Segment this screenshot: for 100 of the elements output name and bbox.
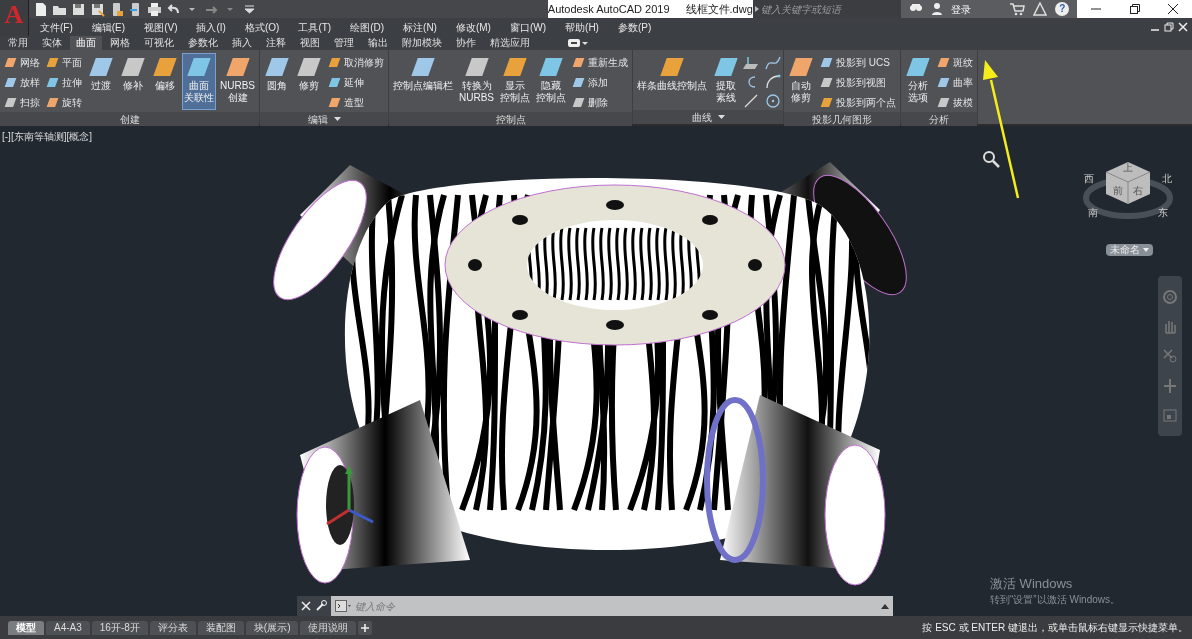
save-as-icon[interactable] xyxy=(89,1,105,17)
ribbon-tool-button[interactable]: 提取 素线 xyxy=(711,53,742,110)
ribbon-tool-button[interactable]: 投影到视图 xyxy=(818,73,899,92)
ribbon-tool-button[interactable]: 添加 xyxy=(570,73,631,92)
caret-icon[interactable] xyxy=(582,39,588,47)
cart-icon[interactable] xyxy=(1009,2,1026,16)
ribbon-tab[interactable]: 实体 xyxy=(36,36,68,50)
layout-tab[interactable]: 评分表 xyxy=(149,620,196,635)
caret-icon[interactable] xyxy=(333,116,341,122)
ribbon-tool-button[interactable]: 斑纹 xyxy=(935,53,976,72)
ribbon-tool-button[interactable]: 取消修剪 xyxy=(326,53,386,72)
command-field[interactable]: 键入命令 xyxy=(355,598,877,614)
layout-tab[interactable]: 块(展示) xyxy=(245,620,299,635)
ribbon-tool-button[interactable]: 平面 xyxy=(44,53,84,72)
ribbon-tab[interactable]: 网格 xyxy=(104,36,136,50)
cube-face-label[interactable]: 右 xyxy=(1133,186,1143,196)
ribbon-tool-button[interactable]: 造型 xyxy=(326,93,386,112)
ribbon-tab[interactable]: 附加模块 xyxy=(396,36,448,50)
ribbon-tab[interactable]: 注释 xyxy=(260,36,292,50)
menu-item[interactable]: 格式(O) xyxy=(244,19,280,35)
ribbon-tool-button[interactable]: 隐藏 控制点 xyxy=(534,53,569,110)
menu-item[interactable]: 绘图(D) xyxy=(350,19,385,35)
ribbon-tool-button[interactable]: 圆角 xyxy=(262,53,292,110)
wrench-icon[interactable] xyxy=(315,600,327,612)
panel-title-bar[interactable]: 曲线 xyxy=(633,110,784,124)
ribbon-tool-button[interactable]: 修补 xyxy=(118,53,148,110)
ribbon-tool-button[interactable]: 放样 xyxy=(2,73,42,92)
layout-tab[interactable]: A4-A3 xyxy=(46,620,90,635)
restore-icon[interactable] xyxy=(1164,22,1174,32)
command-line-field[interactable]: 键入命令 xyxy=(331,596,893,616)
compass-label[interactable]: 西 xyxy=(1084,174,1094,184)
layout-tab[interactable]: 装配图 xyxy=(197,620,244,635)
arc-icon[interactable] xyxy=(765,74,782,90)
ribbon-tool-button[interactable]: 样条曲线控制点 xyxy=(635,53,710,110)
ribbon-tab[interactable]: 曲面 xyxy=(70,36,102,50)
ribbon-tab[interactable]: 可视化 xyxy=(138,36,180,50)
curve-icon[interactable] xyxy=(765,55,782,71)
ribbon-tool-button[interactable]: 自动 修剪 xyxy=(786,53,817,110)
plane-icon[interactable] xyxy=(743,55,760,71)
cube-face-label[interactable]: 前 xyxy=(1113,186,1123,196)
history-caret-icon[interactable] xyxy=(881,603,889,609)
ribbon-tool-button[interactable]: 旋转 xyxy=(44,93,84,112)
ribbon-tool-button[interactable]: 扫掠 xyxy=(2,93,42,112)
ribbon-tab[interactable]: 常用 xyxy=(2,36,34,50)
add-layout-button[interactable] xyxy=(358,620,373,635)
panel-title-bar[interactable]: 编辑 xyxy=(260,112,388,126)
sign-in-link[interactable]: 登录 xyxy=(950,1,1002,17)
ribbon-tool-button[interactable]: 偏移 xyxy=(150,53,180,110)
ribbon-tab[interactable]: 视图 xyxy=(294,36,326,50)
menu-item[interactable]: 帮助(H) xyxy=(565,19,599,35)
ribbon-tab[interactable]: 输出 xyxy=(362,36,394,50)
printer-icon[interactable] xyxy=(146,1,162,17)
menu-item[interactable]: 视图(V) xyxy=(144,19,178,35)
ribbon-tool-button[interactable]: 显示 控制点 xyxy=(498,53,533,110)
ribbon-tool-button[interactable]: 曲率 xyxy=(935,73,976,92)
viewcube[interactable]: 上 前 右 西 北 南 东 xyxy=(1082,150,1174,230)
user-icon[interactable] xyxy=(930,2,943,16)
ribbon-tab[interactable]: 插入 xyxy=(226,36,258,50)
ribbon-tool-button[interactable]: 延伸 xyxy=(326,73,386,92)
ribbon-tool-button[interactable]: 曲面 关联性 xyxy=(182,53,216,110)
ribbon-tool-button[interactable]: 投影到两个点 xyxy=(818,93,899,112)
ribbon-tool-button[interactable]: 分析 选项 xyxy=(903,53,934,110)
circle-icon[interactable] xyxy=(765,93,782,109)
menu-item[interactable]: 标注(N) xyxy=(403,19,437,35)
close-icon[interactable] xyxy=(1166,3,1179,15)
menu-item[interactable]: 窗口(W) xyxy=(509,19,547,35)
compass-label[interactable]: 东 xyxy=(1158,208,1168,218)
cube-face-label[interactable]: 上 xyxy=(1123,163,1133,173)
search-field[interactable]: 键入关键字或短语 xyxy=(760,0,901,18)
ribbon-tool-button[interactable]: 过渡 xyxy=(86,53,116,110)
line-icon[interactable] xyxy=(743,93,760,109)
triangle-icon[interactable] xyxy=(1033,2,1048,16)
menu-item[interactable]: 编辑(E) xyxy=(91,19,126,35)
compass-label[interactable]: 南 xyxy=(1088,208,1098,218)
ribbon-tool-button[interactable]: 拉伸 xyxy=(44,73,84,92)
menu-item[interactable]: 修改(M) xyxy=(455,19,491,35)
panel-toggle-icon[interactable] xyxy=(568,39,580,47)
menu-item[interactable]: 文件(F) xyxy=(40,19,73,35)
menu-item[interactable]: 参数(P) xyxy=(617,19,652,35)
menu-item[interactable]: 插入(I) xyxy=(196,19,226,35)
restore-icon[interactable] xyxy=(1128,3,1141,15)
caret-icon[interactable] xyxy=(717,114,725,120)
ribbon-tool-button[interactable]: 控制点编辑栏 xyxy=(391,53,455,110)
ribbon-tool-button[interactable]: 转换为 NURBS xyxy=(457,53,497,110)
search-icon[interactable] xyxy=(982,150,1000,168)
ribbon-tool-button[interactable]: NURBS 创建 xyxy=(218,53,257,110)
ribbon-tool-button[interactable]: 修剪 xyxy=(294,53,324,110)
ribbon-tab[interactable]: 管理 xyxy=(328,36,360,50)
ribbon-tool-button[interactable]: 网络 xyxy=(2,53,42,72)
prompt-icon[interactable] xyxy=(335,600,351,612)
viewport-controls-label[interactable]: [-][东南等轴测][概念] xyxy=(2,129,92,144)
ribbon-tool-button[interactable]: 投影到 UCS xyxy=(818,53,899,72)
ribbon-tab[interactable]: 精选应用 xyxy=(484,36,536,50)
layout-tab[interactable]: 模型 xyxy=(8,620,44,635)
layout-tab[interactable]: 使用说明 xyxy=(300,620,357,635)
ribbon-tab[interactable]: 参数化 xyxy=(182,36,224,50)
ribbon-tool-button[interactable]: 删除 xyxy=(570,93,631,112)
ribbon-tool-button[interactable]: 拔模 xyxy=(935,93,976,112)
save-icon[interactable] xyxy=(70,1,86,17)
ribbon-tab[interactable]: 协作 xyxy=(450,36,482,50)
